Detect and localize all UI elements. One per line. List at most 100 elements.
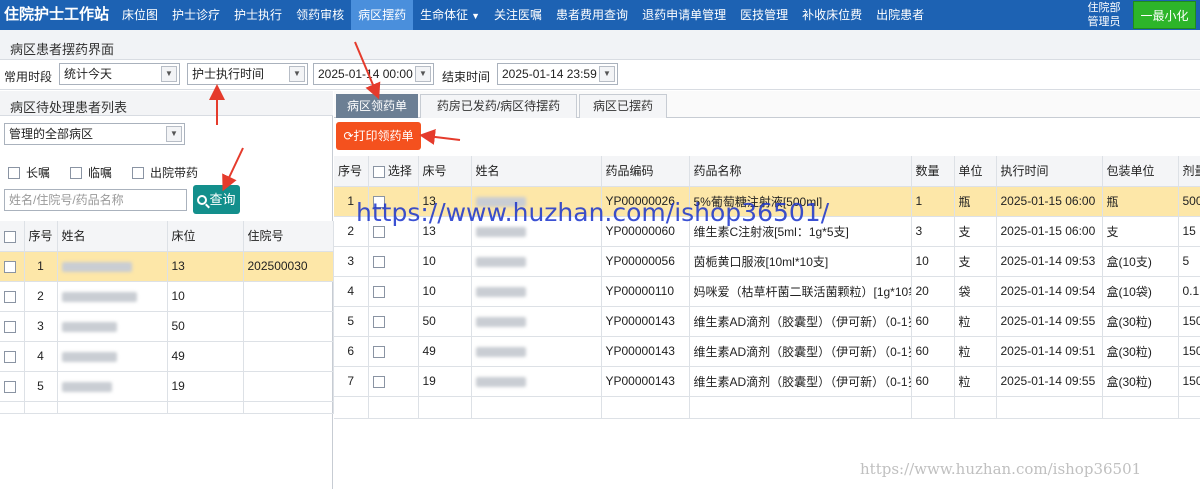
chevron-down-icon[interactable]: ▼ xyxy=(166,126,182,142)
nav-menu: 床位图 护士诊疗 护士执行 领药审核 病区摆药 生命体征 ▼ 关注医嘱 患者费用查询 退药申请单管… xyxy=(115,0,931,30)
patient-row[interactable]: 1 13 202500030 xyxy=(0,251,334,282)
bed-no: 50 xyxy=(167,311,244,342)
discharge-med-checkbox[interactable] xyxy=(132,166,145,179)
patient-row[interactable]: 4 49 xyxy=(0,341,334,372)
row-checkbox-cell[interactable] xyxy=(368,306,419,337)
patient-name xyxy=(57,371,168,402)
drug-code: YP00000060 xyxy=(601,216,690,247)
ward-scope-value: 管理的全部病区 xyxy=(9,127,94,141)
drug-row[interactable]: 2 13 YP00000060 维生素C注射液[5ml：1g*5支] 3 支 2025-01… xyxy=(334,216,1200,247)
col-header-select[interactable]: 选择 xyxy=(368,156,419,187)
nav-item[interactable]: 床位图 xyxy=(115,0,165,30)
row-checkbox-cell[interactable] xyxy=(368,336,419,367)
row-checkbox[interactable] xyxy=(372,375,385,388)
row-checkbox-cell[interactable] xyxy=(368,186,419,217)
drug-row[interactable]: 7 19 YP00000143 维生素AD滴剂（胶囊型）（伊可新）（0-1岁） 60 粒 2… xyxy=(334,366,1200,397)
long-term-checkbox[interactable] xyxy=(8,166,20,179)
chevron-down-icon[interactable]: ▼ xyxy=(289,66,305,82)
row-checkbox[interactable] xyxy=(372,195,385,208)
nav-item-label: 关注医嘱 xyxy=(494,8,543,22)
nav-item[interactable]: 补收床位费 xyxy=(795,0,869,30)
nav-item[interactable]: 出院患者 xyxy=(869,0,931,30)
row-checkbox-cell[interactable] xyxy=(368,216,419,247)
patient-row[interactable]: 2 10 xyxy=(0,281,334,312)
row-checkbox-cell[interactable] xyxy=(368,276,419,307)
nav-item[interactable]: 退药申请单管理 xyxy=(635,0,733,30)
bed-no: 10 xyxy=(418,276,472,307)
dose: 1500 xyxy=(1178,366,1200,397)
row-checkbox[interactable] xyxy=(372,255,385,268)
row-checkbox[interactable] xyxy=(372,315,385,328)
select-all-cell[interactable] xyxy=(0,221,25,252)
tab-ward-requisition[interactable]: 病区领药单 xyxy=(336,94,418,118)
tab-pharmacy-dispensed[interactable]: 药房已发药/病区待摆药 xyxy=(420,94,577,118)
chevron-down-icon[interactable]: ▼ xyxy=(415,66,431,82)
temporary-checkbox[interactable] xyxy=(70,166,83,179)
patient-name xyxy=(471,336,602,367)
print-requisition-button[interactable]: ⟳打印领药单 xyxy=(336,122,421,150)
row-checkbox[interactable] xyxy=(4,350,16,363)
nav-item[interactable]: 生命体征 ▼ xyxy=(413,0,487,30)
nav-item[interactable]: 护士诊疗 xyxy=(165,0,227,30)
row-checkbox-cell[interactable] xyxy=(0,311,25,342)
time-type-select[interactable]: 护士执行时间 ▼ xyxy=(187,63,308,85)
time-type-value: 护士执行时间 xyxy=(192,67,265,81)
col-header: 数量 xyxy=(911,156,955,187)
drug-name: 5%葡萄糖注射液[500ml] xyxy=(689,186,912,217)
row-checkbox[interactable] xyxy=(4,260,16,273)
row-checkbox-cell[interactable] xyxy=(0,341,25,372)
row-checkbox[interactable] xyxy=(372,285,385,298)
row-checkbox-cell[interactable] xyxy=(0,371,25,402)
drug-row[interactable]: 6 49 YP00000143 维生素AD滴剂（胶囊型）（伊可新）（0-1岁） 60 粒 2… xyxy=(334,336,1200,367)
end-time-input[interactable]: 2025-01-14 23:59 ▼ xyxy=(497,63,618,85)
col-header: 选择 xyxy=(387,164,412,179)
nav-item[interactable]: 关注医嘱 xyxy=(487,0,549,30)
row-checkbox[interactable] xyxy=(4,320,16,333)
select-all-checkbox[interactable] xyxy=(4,230,16,243)
row-no: 5 xyxy=(334,306,369,337)
ward-scope-select[interactable]: 管理的全部病区 ▼ xyxy=(4,123,185,145)
drug-row[interactable]: 3 10 YP00000056 茵栀黄口服液[10ml*10支] 10 支 2025-01-… xyxy=(334,246,1200,277)
patient-search-input[interactable]: 姓名/住院号/药品名称 xyxy=(4,189,187,211)
pack-unit: 盒(30粒) xyxy=(1102,306,1179,337)
drug-row[interactable]: 1 13 YP00000026 5%葡萄糖注射液[500ml] 1 瓶 2025-01-15… xyxy=(334,186,1200,217)
bed-no: 13 xyxy=(167,251,244,282)
tab-ward-dispensed[interactable]: 病区已摆药 xyxy=(579,94,667,118)
row-checkbox-cell[interactable] xyxy=(368,366,419,397)
nav-item[interactable]: 医技管理 xyxy=(733,0,795,30)
chevron-down-icon[interactable]: ▼ xyxy=(599,66,615,82)
chevron-down-icon[interactable]: ▼ xyxy=(161,66,177,82)
patient-row[interactable]: 5 19 xyxy=(0,371,334,402)
pack-unit: 盒(10支) xyxy=(1102,246,1179,277)
patient-table-header: 序号 姓名 床位 住院号 xyxy=(0,221,334,252)
nav-item[interactable]: 领药审核 xyxy=(289,0,351,30)
quantity: 60 xyxy=(911,306,955,337)
row-checkbox[interactable] xyxy=(372,225,385,238)
unit: 瓶 xyxy=(954,186,997,217)
row-no: 2 xyxy=(24,281,58,312)
row-checkbox[interactable] xyxy=(4,380,16,393)
row-checkbox-cell[interactable] xyxy=(368,246,419,277)
nav-item[interactable]: 护士执行 xyxy=(227,0,289,30)
nav-item-label: 生命体征 xyxy=(420,8,469,22)
top-nav-bar: 住院护士工作站 床位图 护士诊疗 护士执行 领药审核 病区摆药 生命体征 ▼ 关注医嘱 患者费用… xyxy=(0,0,1200,30)
nav-item[interactable]: 患者费用查询 xyxy=(549,0,635,30)
row-checkbox-cell[interactable] xyxy=(0,281,25,312)
nav-item-label: 医技管理 xyxy=(740,8,789,22)
drug-row[interactable]: 5 50 YP00000143 维生素AD滴剂（胶囊型）（伊可新）（0-1岁） 60 粒 2… xyxy=(334,306,1200,337)
minimize-button[interactable]: 一最小化 xyxy=(1133,1,1196,29)
query-button[interactable]: 查询 xyxy=(193,185,240,214)
bed-no: 19 xyxy=(418,366,472,397)
drug-name: 妈咪爱（枯草杆菌二联活菌颗粒）[1g*10袋] xyxy=(689,276,912,307)
user-name: 管理员 xyxy=(1087,16,1121,28)
patient-row[interactable]: 3 50 xyxy=(0,311,334,342)
select-all-checkbox[interactable] xyxy=(372,166,385,179)
row-checkbox[interactable] xyxy=(372,345,385,358)
nav-item[interactable]: 病区摆药 xyxy=(351,0,414,30)
col-header: 姓名 xyxy=(57,221,168,252)
period-select[interactable]: 统计今天 ▼ xyxy=(59,63,180,85)
start-time-input[interactable]: 2025-01-14 00:00 ▼ xyxy=(313,63,434,85)
row-checkbox[interactable] xyxy=(4,290,16,303)
row-checkbox-cell[interactable] xyxy=(0,251,25,282)
drug-row[interactable]: 4 10 YP00000110 妈咪爱（枯草杆菌二联活菌颗粒）[1g*10袋] 20 袋 2… xyxy=(334,276,1200,307)
